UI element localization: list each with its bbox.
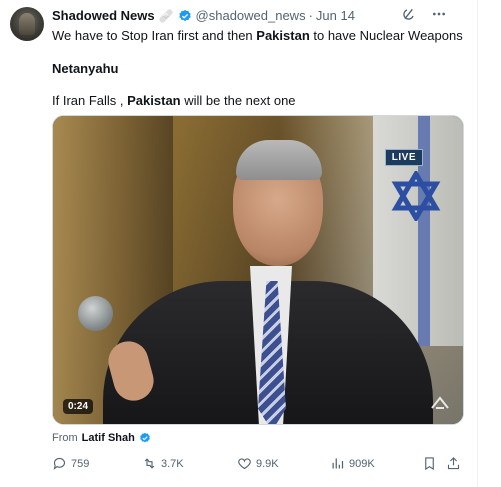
top-actions [401,6,447,22]
text-segment: will be the next one [180,93,296,108]
tweet-text-line-1: We have to Stop Iran first and then Paki… [52,28,463,43]
views-icon [332,458,344,469]
source-name[interactable]: Latif Shah [82,432,135,444]
reply-icon [53,457,66,470]
desk-globe [78,296,113,331]
text-segment: If Iran Falls , [52,93,128,108]
bandage-emoji: 🩹 [158,8,174,23]
bookmark-button[interactable] [422,456,437,471]
star-of-david-icon [391,171,441,221]
right-gutter [480,0,501,487]
author-name[interactable]: Shadowed News [52,8,155,23]
text-bold-pakistan: Pakistan [127,93,181,108]
tweet-date[interactable]: Jun 14 [316,8,355,23]
text-segment: We have to Stop Iran first and then [52,28,257,43]
bookmark-icon [425,457,434,471]
reply-count: 759 [71,457,90,470]
verified-badge-icon [139,432,150,443]
avatar-figure [19,13,35,35]
share-button[interactable] [446,456,461,471]
like-button[interactable]: 9.9K [237,456,279,471]
repost-icon [144,458,155,469]
channel-logo-icon [431,396,449,409]
tweet-card: Shadowed News 🩹 @shadowed_news · Jun 14 … [0,0,478,487]
author-handle[interactable]: @shadowed_news [196,8,306,23]
video-source: From Latif Shah [52,432,151,444]
like-count: 9.9K [256,457,279,470]
separator-dot: · [308,8,313,23]
grok-icon[interactable] [401,6,417,22]
avatar[interactable] [10,7,44,41]
tweet-header: Shadowed News 🩹 @shadowed_news · Jun 14 [52,8,355,23]
heart-icon [238,458,251,470]
from-label: From [52,432,78,444]
views-count: 909K [349,457,375,470]
repost-count: 3.7K [161,457,184,470]
share-icon [447,457,460,470]
text-bold-pakistan: Pakistan [256,28,310,43]
views-button[interactable]: 909K [330,456,375,471]
repost-button[interactable]: 3.7K [142,456,184,471]
tweet-text-line-3: If Iran Falls , Pakistan will be the nex… [52,93,296,108]
more-options-icon[interactable] [431,6,447,22]
text-segment: to have Nuclear Weapons [309,28,463,43]
verified-badge-icon [178,9,191,21]
live-badge: LIVE [384,149,423,166]
video-player[interactable]: LIVE 0:24 [52,115,464,425]
video-duration: 0:24 [63,399,94,414]
speaker-hair [236,140,322,180]
tweet-text-line-2: Netanyahu [52,61,119,76]
reply-button[interactable]: 759 [52,456,89,471]
action-bar: 759 3.7K 9.9K 909K [52,456,464,474]
